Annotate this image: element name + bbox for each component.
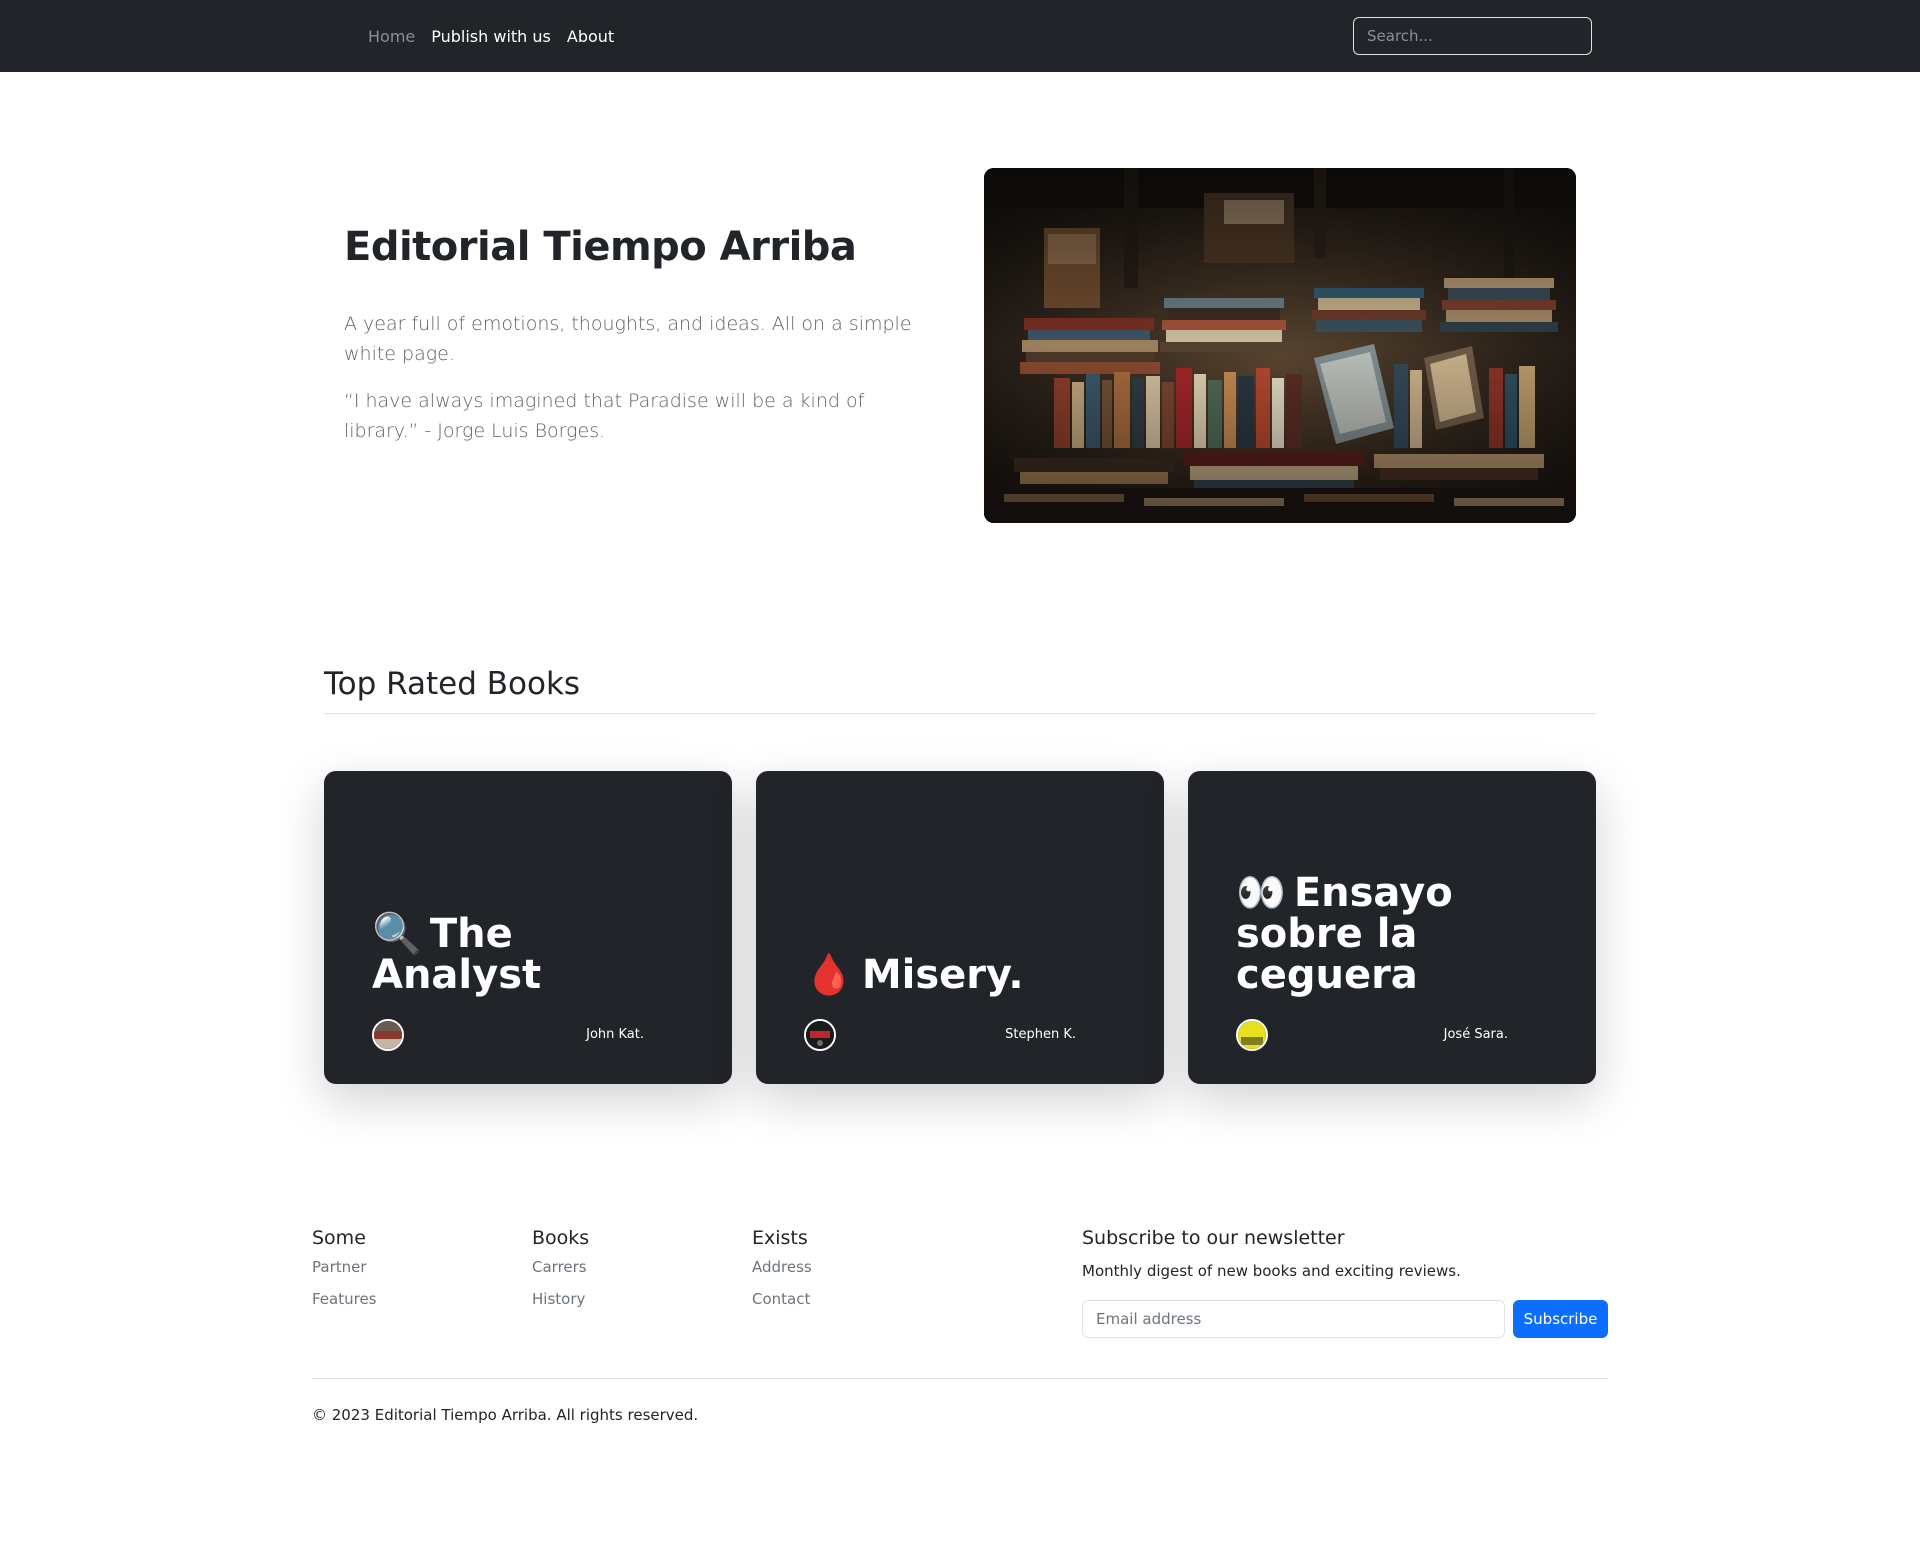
book-title: 🔍 The Analyst [372, 914, 692, 996]
footer-link-address[interactable]: Address [752, 1257, 812, 1277]
footer-link-contact[interactable]: Contact [752, 1289, 812, 1309]
newsletter-title: Subscribe to our newsletter [1082, 1227, 1345, 1249]
footer-heading: Exists [752, 1227, 808, 1249]
nav-links: Home Publish with us About [368, 0, 630, 72]
footer-divider [312, 1378, 1608, 1379]
hero-quote: “I have always imagined that Paradise wi… [344, 390, 865, 442]
magnifier-icon: 🔍 [372, 911, 422, 957]
footer-link-carrers[interactable]: Carrers [532, 1257, 589, 1277]
hero-paragraph: A year full of emotions, thoughts, and i… [344, 313, 912, 365]
author-avatar [804, 1019, 836, 1051]
email-input[interactable] [1082, 1300, 1505, 1338]
copyright-text: © 2023 Editorial Tiempo Arriba. All righ… [312, 1406, 699, 1424]
nav-about-link[interactable]: About [567, 27, 614, 46]
author-avatar [1236, 1019, 1268, 1051]
author-name: John Kat. [586, 1027, 644, 1042]
subscribe-button[interactable]: Subscribe [1513, 1300, 1608, 1338]
hero-bookshelf-image [984, 168, 1576, 523]
footer-heading: Some [312, 1227, 366, 1249]
eyes-icon: 👀 [1236, 870, 1286, 916]
footer-link-features[interactable]: Features [312, 1289, 377, 1309]
book-card[interactable]: 👀 Ensayo sobre la ceguera José Sara. [1188, 771, 1596, 1084]
author-avatar [372, 1019, 404, 1051]
book-title: 🩸 Misery. [804, 955, 1124, 996]
blood-drop-icon: 🩸 [804, 952, 854, 998]
newsletter-subtitle: Monthly digest of new books and exciting… [1082, 1262, 1461, 1280]
footer-column-some: Some Partner Features [312, 1227, 377, 1321]
search-input[interactable] [1353, 17, 1592, 55]
author-name: Stephen K. [1005, 1027, 1076, 1042]
footer-column-books: Books Carrers History [532, 1227, 589, 1321]
book-title-text: Misery. [861, 952, 1024, 998]
book-title: 👀 Ensayo sobre la ceguera [1236, 873, 1556, 996]
navbar: Home Publish with us About [0, 0, 1920, 72]
footer-heading: Books [532, 1227, 590, 1249]
footer-link-partner[interactable]: Partner [312, 1257, 377, 1277]
hero-title: Editorial Tiempo Arriba [344, 224, 857, 270]
footer-column-exists: Exists Address Contact [752, 1227, 812, 1321]
section-title: Top Rated Books [324, 666, 581, 702]
nav-publish-link[interactable]: Publish with us [431, 27, 551, 46]
book-card[interactable]: 🔍 The Analyst John Kat. [324, 771, 732, 1084]
nav-home-link[interactable]: Home [368, 27, 415, 46]
book-card[interactable]: 🩸 Misery. Stephen K. [756, 771, 1164, 1084]
author-name: José Sara. [1443, 1027, 1508, 1042]
section-divider [324, 713, 1596, 714]
footer-link-history[interactable]: History [532, 1289, 589, 1309]
